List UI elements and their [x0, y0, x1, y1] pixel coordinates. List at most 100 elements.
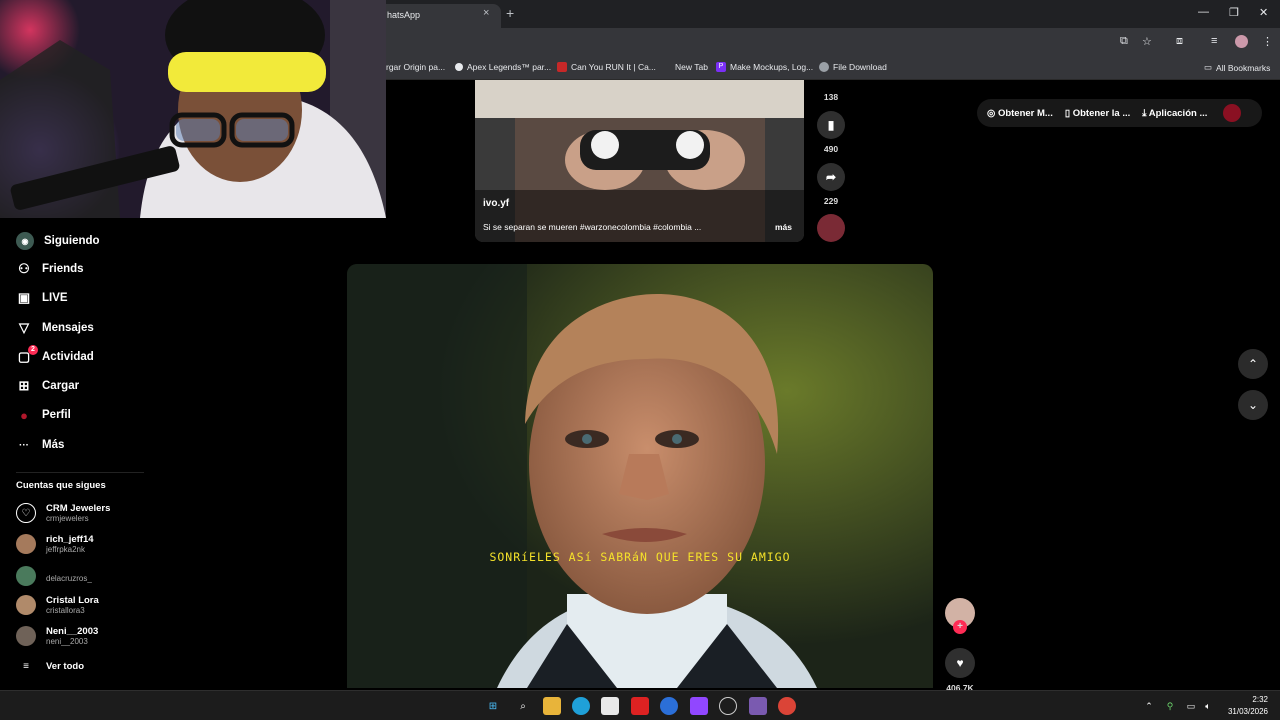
- account-item[interactable]: ♡ CRM Jewelers crmjewelers: [16, 503, 110, 523]
- twitch-icon[interactable]: [690, 697, 708, 715]
- download-app-button[interactable]: ⤓ Aplicación ...: [1142, 108, 1207, 119]
- avatar: [16, 534, 36, 554]
- user-avatar[interactable]: [1223, 104, 1242, 122]
- bookmark-filedownload[interactable]: File Download: [819, 62, 887, 72]
- live-icon: ▣: [17, 290, 31, 305]
- more-icon: ···: [19, 439, 29, 451]
- video-player-previous[interactable]: ivo.yf Si se separan se mueren #warzonec…: [475, 80, 804, 242]
- minimize-icon[interactable]: —: [1198, 6, 1209, 18]
- chevron-up-icon: ⌃: [1247, 357, 1259, 371]
- next-video-button[interactable]: ⌄: [1238, 390, 1268, 420]
- list-icon: ≡: [23, 661, 29, 672]
- following-accounts-title: Cuentas que sigues: [16, 480, 106, 491]
- video-caption: Si se separan se mueren #warzonecolombia…: [483, 222, 702, 232]
- sidebar: ◉ Siguiendo ⚇ Friends ▣ LIVE ▽ Mensajes ▢ 2 Ac…: [0, 222, 150, 692]
- share-button[interactable]: ➦ 229: [816, 163, 846, 206]
- sidebar-item-upload[interactable]: ⊞ Cargar: [16, 378, 80, 394]
- apex-icon: [455, 63, 463, 71]
- account-item[interactable]: Cristal Lora cristallora3: [16, 595, 99, 615]
- tab-title: hatsApp: [387, 10, 421, 20]
- bookmark-origin[interactable]: rgar Origin pa...: [386, 62, 445, 72]
- video-subtitle: SONRíELES ASí SABRáN QUE ERES SU AMIGO: [489, 550, 791, 564]
- messages-icon: ▽: [19, 320, 29, 335]
- app-icon[interactable]: [660, 697, 678, 715]
- follow-plus-icon[interactable]: +: [953, 620, 967, 634]
- globe-icon: [819, 62, 829, 72]
- file-explorer-icon[interactable]: [543, 697, 561, 715]
- profile-avatar[interactable]: [1235, 35, 1248, 48]
- start-icon[interactable]: ⊞: [484, 697, 502, 715]
- sidebar-item-following[interactable]: ◉ Siguiendo: [16, 232, 100, 250]
- windows-taskbar: ⊞ ⌕ ⌃ ⚲ ▭ 🔈︎ 2:32 31/03/2026: [0, 690, 1280, 720]
- extensions-icon[interactable]: ⧈: [1176, 35, 1183, 48]
- music-disc-icon: [817, 214, 845, 242]
- bookmark-newtab[interactable]: New Tab: [675, 62, 708, 72]
- get-app-button[interactable]: ▯ Obtener la ...: [1065, 108, 1130, 119]
- avatar: ♡: [16, 503, 36, 523]
- media-control-icon[interactable]: ≡: [1211, 35, 1217, 47]
- webcam-image: [0, 0, 386, 218]
- bookmark-canyourunit[interactable]: Can You RUN It | Ca...: [557, 62, 656, 72]
- microphone-icon[interactable]: ⚲: [1164, 697, 1176, 715]
- tab-close-icon[interactable]: ×: [483, 7, 489, 19]
- more-link[interactable]: más: [775, 222, 792, 232]
- new-tab-button[interactable]: +: [506, 5, 514, 21]
- search-icon[interactable]: ⌕: [514, 697, 532, 715]
- avatar: [16, 595, 36, 615]
- canyourunit-icon: [557, 62, 567, 72]
- sidebar-item-friends[interactable]: ⚇ Friends: [16, 261, 83, 277]
- bookmark-icon: ▮: [817, 111, 845, 139]
- sidebar-item-more[interactable]: ··· Más: [16, 437, 64, 453]
- mockups-icon: P: [716, 62, 726, 72]
- webcam-overlay: [0, 0, 386, 218]
- edge-icon[interactable]: [572, 697, 590, 715]
- avatar: [16, 566, 36, 586]
- tray-expand-icon[interactable]: ⌃: [1143, 697, 1155, 715]
- volume-icon[interactable]: 🔈︎: [1202, 697, 1214, 715]
- avatar: [16, 626, 36, 646]
- see-all-link[interactable]: ≡ Ver todo: [16, 661, 84, 672]
- header-actions: ◎ Obtener M... ▯ Obtener la ... ⤓ Aplica…: [977, 99, 1262, 127]
- close-window-icon[interactable]: ✕: [1259, 6, 1268, 19]
- share-icon: ➦: [817, 163, 845, 191]
- all-bookmarks[interactable]: ▭ All Bookmarks: [1204, 62, 1270, 73]
- comment-count: 138: [823, 92, 839, 102]
- video-author[interactable]: ivo.yf: [483, 198, 509, 209]
- menu-icon[interactable]: ⋮: [1262, 35, 1273, 48]
- account-item[interactable]: delacruzros_: [16, 566, 92, 586]
- system-clock[interactable]: 2:32 31/03/2026: [1228, 694, 1268, 718]
- app-icon[interactable]: [749, 697, 767, 715]
- heart-icon: ♥: [945, 648, 975, 678]
- restore-icon[interactable]: ❐: [1229, 6, 1239, 19]
- bookmark-mockups[interactable]: P Make Mockups, Log...: [716, 62, 813, 72]
- upload-icon: ⊞: [18, 378, 30, 393]
- install-app-icon[interactable]: ⧉: [1120, 35, 1128, 48]
- account-item[interactable]: rich_jeff14 jeffrpka2nk: [16, 534, 94, 554]
- chrome-icon[interactable]: [778, 697, 796, 715]
- folder-icon: ▭: [1204, 62, 1213, 72]
- app-icon[interactable]: [719, 697, 737, 715]
- account-item[interactable]: Neni__2003 neni__2003: [16, 626, 98, 646]
- star-icon[interactable]: ☆: [1142, 35, 1152, 48]
- app-icon[interactable]: [631, 697, 649, 715]
- sidebar-item-messages[interactable]: ▽ Mensajes: [16, 320, 94, 336]
- bookmark-apex[interactable]: Apex Legends™ par...: [455, 62, 551, 72]
- video-frame: [347, 264, 933, 688]
- profile-icon: ●: [20, 407, 28, 423]
- bookmark-button[interactable]: ▮ 490: [816, 111, 846, 154]
- get-coins-button[interactable]: ◎ Obtener M...: [987, 108, 1053, 119]
- like-button[interactable]: ♥ 406.7K: [945, 648, 975, 693]
- author-avatar-button[interactable]: +: [945, 598, 975, 634]
- notification-badge: 2: [28, 345, 38, 355]
- activity-icon: ▢ 2: [16, 345, 38, 365]
- video-player-main[interactable]: SONRíELES ASí SABRáN QUE ERES SU AMIGO: [347, 264, 933, 688]
- sound-disc[interactable]: [816, 214, 846, 247]
- store-icon[interactable]: [601, 697, 619, 715]
- sidebar-item-live[interactable]: ▣ LIVE: [16, 290, 68, 306]
- monitor-icon[interactable]: ▭: [1185, 697, 1197, 715]
- friends-icon: ⚇: [18, 261, 30, 276]
- previous-video-button[interactable]: ⌃: [1238, 349, 1268, 379]
- following-icon: ◉: [16, 232, 34, 250]
- sidebar-item-activity[interactable]: ▢ 2 Actividad: [16, 345, 94, 365]
- sidebar-item-profile[interactable]: ● Perfil: [16, 407, 71, 423]
